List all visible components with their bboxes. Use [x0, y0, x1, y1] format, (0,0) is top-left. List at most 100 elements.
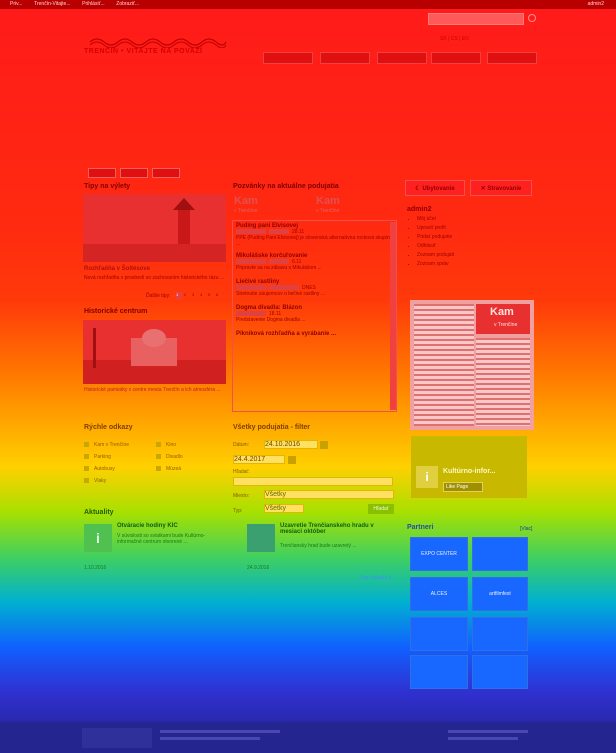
user-link[interactable]: Zoznam správ	[417, 261, 533, 267]
quicklink[interactable]: Múzeá	[156, 466, 226, 472]
event-item[interactable]: Mikulášske korčuľovanie 6.11 Pripravte s…	[233, 249, 396, 275]
page-link[interactable]: 4	[200, 292, 206, 299]
events-kam-2[interactable]: Kam	[316, 195, 340, 207]
news-title[interactable]: Otváracie hodiny KIC	[117, 523, 225, 529]
events-scrollbar[interactable]	[390, 222, 396, 410]
news-title[interactable]: Uzavretie Trenčianskeho hradu v mesiaci …	[280, 523, 392, 535]
sub-tab[interactable]	[152, 168, 180, 178]
news-date: 1.10.2016	[84, 565, 107, 571]
facebook-widget[interactable]: i Kultúrno-infor... Like Page	[411, 436, 527, 498]
footer-address	[160, 737, 260, 740]
footer-links[interactable]	[448, 730, 528, 733]
quicklinks-heading: Rýchle odkazy	[84, 424, 133, 431]
search-icon[interactable]	[528, 14, 536, 22]
quicklink[interactable]: Vlaky	[84, 478, 154, 484]
sub-tabs	[88, 168, 184, 180]
footer-logo	[82, 728, 152, 748]
main-menu-item[interactable]	[263, 52, 313, 64]
event-text: PPE (Puding Pani Elvisovej) je slovenská…	[236, 235, 393, 248]
user-link[interactable]: Pridať podujatie	[417, 234, 533, 240]
user-link[interactable]: Odhlásiť	[417, 243, 533, 249]
toolbar-user[interactable]: admin2	[588, 0, 604, 9]
search-input[interactable]	[428, 13, 524, 25]
logo-wave-icon	[89, 38, 227, 48]
event-item[interactable]: Puding pani Elvisovej 28.11 PPE (Puding …	[233, 221, 396, 249]
quicklink[interactable]: Parking	[84, 454, 154, 460]
news-text: Trenčiansky hrad bude uzavretý ...	[280, 543, 357, 549]
site-title[interactable]: TRENČÍN • VITAJTE NA POVAŽÍ	[84, 48, 203, 55]
toolbar-item[interactable]: Zobraziť...	[116, 1, 139, 7]
partner-logo[interactable]	[410, 617, 468, 651]
type-select[interactable]: Všetky	[264, 504, 304, 513]
partner-logo[interactable]	[472, 537, 528, 571]
main-menu-item[interactable]	[320, 52, 370, 64]
fb-page-title[interactable]: Kultúrno-infor...	[443, 468, 496, 475]
partners-more-link[interactable]: [Viac]	[520, 526, 532, 532]
quicklink[interactable]: Divadlo	[156, 454, 226, 460]
events-list[interactable]: Puding pani Elvisovej 28.11 PPE (Puding …	[232, 220, 397, 412]
main-menu-item[interactable]	[377, 52, 427, 64]
page-link[interactable]: 2	[184, 292, 190, 299]
page-link[interactable]: 6	[216, 292, 222, 299]
main-menu-item[interactable]	[431, 52, 481, 64]
user-link[interactable]: Zoznam podujatí	[417, 252, 533, 258]
toolbar-item[interactable]: Prihlásiť...	[82, 1, 104, 7]
news-more-link[interactable]: Viac aktualít »	[360, 575, 391, 581]
accommodation-button[interactable]: ☾ Ubytovanie	[405, 180, 465, 196]
partners-heading: Partneri	[407, 524, 434, 531]
partner-logo[interactable]	[472, 617, 528, 651]
filter-submit-button[interactable]: Hľadať	[368, 504, 394, 514]
fb-like-button[interactable]: Like Page	[443, 482, 483, 492]
calendar-icon[interactable]	[320, 441, 328, 449]
filter-text-input[interactable]	[233, 477, 393, 486]
magazine-cover: Kam v Trenčíne	[476, 304, 530, 334]
page-link[interactable]: 1	[176, 292, 182, 299]
events-heading: Pozvánky na aktuálne podujatia	[233, 183, 339, 190]
news-thumbnail[interactable]	[247, 524, 275, 552]
tips-place-title[interactable]: Rozhľadňa v Šoltésove	[84, 266, 150, 272]
place-select[interactable]: Všetky	[264, 490, 394, 499]
page-link[interactable]: 5	[208, 292, 214, 299]
partner-logo[interactable]: EXPO CENTER	[410, 537, 468, 571]
news-heading: Aktuality	[84, 509, 114, 516]
main-menu-item[interactable]	[487, 52, 537, 64]
sub-tab[interactable]	[88, 168, 116, 178]
partner-logo[interactable]	[472, 655, 528, 689]
promo-magazine[interactable]: Kam v Trenčíne	[410, 300, 534, 430]
sub-tab[interactable]	[120, 168, 148, 178]
event-item[interactable]: Liečivé rastliny DNES Stretnutie záujemc…	[233, 275, 396, 301]
footer	[0, 722, 616, 753]
user-box: admin2 Môj účet Upraviť profil Pridať po…	[407, 206, 533, 270]
language-switcher[interactable]: SK | CS | EN	[440, 36, 469, 42]
quicklink[interactable]: Kino	[156, 442, 226, 448]
partner-logo[interactable]: ALCES	[410, 577, 468, 611]
user-link[interactable]: Upraviť profil	[417, 225, 533, 231]
tips-photo[interactable]	[83, 194, 226, 262]
event-title[interactable]: Pikniková rozhľadňa a vyrábanie ...	[236, 331, 393, 337]
filter-heading: Všetky podujatia - filter	[233, 424, 311, 431]
magazine-page	[414, 304, 474, 426]
toolbar-item[interactable]: Priv...	[10, 1, 22, 7]
user-links: Môj účet Upraviť profil Pridať podujatie…	[407, 216, 533, 267]
date-to-field[interactable]: 24.4.2017	[233, 455, 285, 464]
quicklink[interactable]: Kam v Trenčíne	[84, 442, 154, 448]
partner-logo[interactable]: artfilmfest	[472, 577, 528, 611]
user-link[interactable]: Môj účet	[417, 216, 533, 222]
tips-place-text: Nová rozhľadňa v prostredí so zachovaním…	[84, 275, 225, 281]
events-kam-1[interactable]: Kam	[234, 195, 258, 207]
dining-button[interactable]: ✕ Stravovanie	[470, 180, 532, 196]
history-heading: Historické centrum	[84, 308, 148, 315]
history-photo[interactable]	[83, 320, 226, 384]
quicklink[interactable]: Autobusy	[84, 466, 154, 472]
page-link[interactable]: 3	[192, 292, 198, 299]
event-item[interactable]: Pikniková rozhľadňa a vyrábanie ...	[233, 327, 396, 341]
partner-logo[interactable]	[410, 655, 468, 689]
tips-heading: Tipy na výlety	[84, 183, 131, 190]
event-item[interactable]: Dogma divadla: Blázon 18.11 Predstavenie…	[233, 301, 396, 327]
calendar-icon[interactable]	[288, 456, 296, 464]
date-from-field[interactable]: 24.10.2016	[264, 440, 318, 449]
filter-place-label: Miesto:	[233, 493, 250, 499]
toolbar-item[interactable]: Trenčín-Vitajte...	[34, 1, 70, 7]
footer-links[interactable]	[448, 737, 518, 740]
admin-toolbar: Priv... Trenčín-Vitajte... Prihlásiť... …	[0, 0, 616, 9]
